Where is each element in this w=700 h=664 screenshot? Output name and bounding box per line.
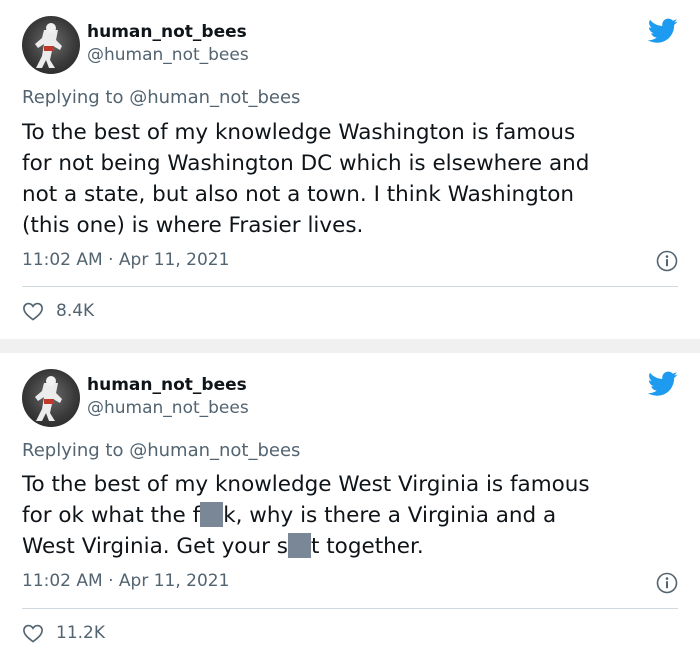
tweet-text-segment: k, why is there a Virginia and a <box>223 503 557 528</box>
info-icon[interactable] <box>656 250 678 272</box>
avatar[interactable] <box>22 369 80 427</box>
reply-context: Replying to @human_not_bees <box>22 87 300 108</box>
info-icon[interactable] <box>656 572 678 594</box>
tweet-text: To the best of my knowledge Washington i… <box>22 117 682 241</box>
tweet-text-segment: West Virginia. Get your s <box>22 534 288 559</box>
like-count: 11.2K <box>56 623 105 643</box>
user-handle[interactable]: @human_not_bees <box>87 45 249 65</box>
like-count: 8.4K <box>56 301 95 321</box>
tweet-text-segment: for ok what the f <box>22 503 201 528</box>
heart-icon <box>23 624 43 643</box>
tweet-text-line: (this one) is where Frasier lives. <box>22 213 364 238</box>
tweet-text-line: West Virginia. Get your s t together. <box>22 531 682 562</box>
censor-block <box>287 533 311 558</box>
avatar[interactable] <box>22 16 80 74</box>
reply-context: Replying to @human_not_bees <box>22 440 300 461</box>
tweet-text: To the best of my knowledge West Virgini… <box>22 469 682 562</box>
heart-icon <box>23 302 43 321</box>
replying-prefix: Replying to <box>22 87 124 108</box>
tweet-text-line: To the best of my knowledge West Virgini… <box>22 472 590 497</box>
tweet-timestamp[interactable]: 11:02 AM · Apr 11, 2021 <box>22 250 229 270</box>
tweet-text-segment: t together. <box>310 534 424 559</box>
tweet-text-line: for ok what the f k, why is there a Virgi… <box>22 500 682 531</box>
display-name[interactable]: human_not_bees <box>87 22 247 42</box>
censor-block <box>200 502 224 527</box>
replying-prefix: Replying to <box>22 440 124 461</box>
like-button[interactable]: 11.2K <box>22 623 105 643</box>
mention-link[interactable]: @human_not_bees <box>129 440 300 461</box>
like-button[interactable]: 8.4K <box>22 301 94 321</box>
display-name[interactable]: human_not_bees <box>87 375 247 395</box>
twitter-bird-icon[interactable] <box>648 18 678 44</box>
twitter-bird-icon[interactable] <box>648 371 678 397</box>
tweet-card: human_not_bees @human_not_bees Replying … <box>0 353 700 664</box>
divider <box>22 286 678 287</box>
tweet-card: human_not_bees @human_not_bees Replying … <box>0 0 700 339</box>
tweet-text-line: To the best of my knowledge Washington i… <box>22 120 576 145</box>
divider <box>22 608 678 609</box>
tweet-timestamp[interactable]: 11:02 AM · Apr 11, 2021 <box>22 571 229 591</box>
mention-link[interactable]: @human_not_bees <box>129 87 300 108</box>
tweet-text-line: for not being Washington DC which is els… <box>22 151 590 176</box>
tweet-text-line: not a state, but also not a town. I thin… <box>22 182 575 207</box>
user-handle[interactable]: @human_not_bees <box>87 398 249 418</box>
